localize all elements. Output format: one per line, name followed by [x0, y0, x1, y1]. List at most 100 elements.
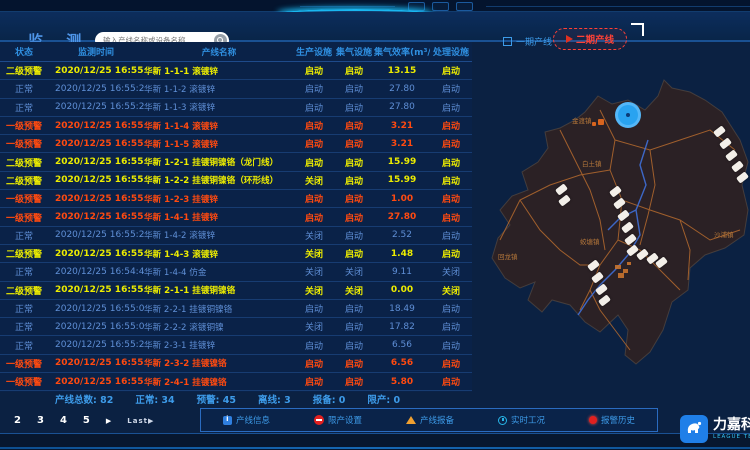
legend-item-alarm[interactable]: 报警历史: [589, 414, 635, 426]
table-row[interactable]: 一级预警2020/12/25 16:55:24华新 1-2-3 挂镀锌启动启动1…: [0, 190, 472, 208]
cell-eff: 3.21: [374, 121, 430, 131]
cell-eff: 17.82: [374, 322, 430, 332]
legend-label: 产线信息: [236, 414, 270, 426]
legend-item-info[interactable]: 产线信息: [223, 414, 270, 426]
cell-time: 2020/12/25 16:55:24: [48, 66, 144, 76]
cell-eff: 3.21: [374, 139, 430, 149]
phase1-label: 一期产线: [516, 35, 552, 48]
cell-prod: 启动: [294, 64, 334, 77]
summary-item: 预警: 45: [197, 392, 236, 408]
cell-line: 华新 1-1-2 滚镀锌: [144, 83, 294, 95]
table-row[interactable]: 二级预警2020/12/25 16:55:04华新 1-4-3 滚镀锌关闭启动1…: [0, 245, 472, 263]
cell-gas: 启动: [334, 156, 374, 169]
cell-eff: 2.52: [374, 230, 430, 240]
cell-gas: 启动: [334, 339, 374, 352]
cell-prod: 关闭: [294, 174, 334, 187]
table-row[interactable]: 一级预警2020/12/25 16:55:24华新 1-1-4 滚镀锌启动启动3…: [0, 117, 472, 135]
cell-time: 2020/12/25 16:55:24: [48, 121, 144, 131]
cell-eff: 1.00: [374, 194, 430, 204]
last-page-button[interactable]: Last▶: [127, 417, 154, 425]
cell-gas: 启动: [334, 82, 374, 95]
summary-item: 报备: 0: [313, 392, 346, 408]
cell-line: 华新 1-4-3 滚镀锌: [144, 248, 294, 260]
cell-eff: 18.49: [374, 304, 430, 314]
table-row[interactable]: 正常2020/12/25 16:55:04华新 2-2-1 挂镀铜镍铬启动启动1…: [0, 300, 472, 318]
cell-line: 华新 1-1-4 滚镀锌: [144, 120, 294, 132]
cell-treat: 启动: [430, 174, 472, 187]
page-button[interactable]: 2: [14, 415, 21, 426]
cell-status: 二级预警: [0, 156, 48, 169]
cell-prod: 启动: [294, 101, 334, 114]
legend-item-realtime[interactable]: 实时工况: [498, 414, 545, 426]
legend-label: 限产设置: [328, 414, 362, 426]
cell-time: 2020/12/25 16:55:04: [48, 249, 144, 259]
cell-treat: 启动: [430, 211, 472, 224]
cell-eff: 27.80: [374, 102, 430, 112]
top-deco-rect: [432, 2, 449, 11]
table-row[interactable]: 正常2020/12/25 16:55:24华新 2-3-1 挂镀锌启动启动6.5…: [0, 336, 472, 354]
phase2-button[interactable]: 二期产线: [553, 28, 627, 50]
top-deco-line: [486, 6, 750, 7]
table-row[interactable]: 正常2020/12/25 16:55:24华新 1-4-2 滚镀锌关闭启动2.5…: [0, 227, 472, 245]
table-row[interactable]: 二级预警2020/12/25 16:55:04华新 1-2-1 挂镀铜镍铬（龙门…: [0, 153, 472, 171]
site-marker-orange[interactable]: [592, 122, 596, 126]
phase1-checkbox[interactable]: 一期产线: [503, 35, 552, 48]
cell-treat: 启动: [430, 320, 472, 333]
table-row[interactable]: 正常2020/12/25 16:55:24华新 1-1-3 滚镀锌启动启动27.…: [0, 99, 472, 117]
table-row[interactable]: 二级预警2020/12/25 16:55:24华新 1-2-2 挂镀铜镍铬（环形…: [0, 172, 472, 190]
checkbox-icon[interactable]: [503, 37, 512, 46]
cell-gas: 启动: [334, 375, 374, 388]
logo-name: 力嘉科技: [713, 418, 750, 433]
table-row[interactable]: 正常2020/12/25 16:55:24华新 1-1-2 滚镀锌启动启动27.…: [0, 80, 472, 98]
cell-eff: 0.00: [374, 285, 430, 295]
cell-eff: 1.48: [374, 249, 430, 259]
cell-prod: 关闭: [294, 284, 334, 297]
table-row[interactable]: 正常2020/12/25 16:55:04华新 2-2-2 滚镀铜镍关闭启动17…: [0, 318, 472, 336]
map-base: [470, 55, 750, 400]
summary-item: 正常: 34: [135, 392, 174, 408]
logo-subtitle: LEAGUE TECH: [713, 434, 750, 440]
cell-line: 华新 2-1-1 挂镀铜镍铬: [144, 284, 294, 296]
table-row[interactable]: 二级预警2020/12/25 16:55:24华新 1-1-1 滚镀锌启动启动1…: [0, 62, 472, 80]
cell-status: 一级预警: [0, 119, 48, 132]
cell-treat: 启动: [430, 339, 472, 352]
cell-status: 正常: [0, 82, 48, 95]
cell-prod: 关闭: [294, 320, 334, 333]
legend-item-report[interactable]: 产线报备: [406, 414, 454, 426]
cell-status: 正常: [0, 339, 48, 352]
page-button[interactable]: 3: [37, 415, 44, 426]
column-header: 生产设施: [294, 45, 334, 58]
legend-item-limit[interactable]: 限产设置: [314, 414, 362, 426]
elephant-logo-icon: [680, 415, 708, 443]
cell-treat: 启动: [430, 64, 472, 77]
cell-line: 华新 1-2-1 挂镀铜镍铬（龙门线）: [144, 156, 294, 168]
table-row[interactable]: 一级预警2020/12/25 16:55:24华新 2-4-1 挂镀镍铬启动启动…: [0, 373, 472, 391]
site-marker-orange[interactable]: [598, 119, 604, 125]
page-button[interactable]: 5: [83, 415, 90, 426]
cell-gas: 关闭: [334, 284, 374, 297]
table-row[interactable]: 一级预警2020/12/25 16:55:24华新 1-4-1 挂镀锌启动启动2…: [0, 208, 472, 226]
cell-prod: 启动: [294, 302, 334, 315]
next-page-button[interactable]: ▶: [106, 417, 111, 425]
table-row[interactable]: 一级预警2020/12/25 16:55:24华新 2-3-2 挂镀镍铬启动启动…: [0, 355, 472, 373]
table-row[interactable]: 正常2020/12/25 16:54:44华新 1-4-4 仿金关闭关闭9.11…: [0, 263, 472, 281]
district-map[interactable]: 金渡镇白土镇蛟塘镇回龙镇沙浦镇: [470, 55, 750, 400]
cell-line: 华新 1-1-3 滚镀锌: [144, 101, 294, 113]
legend-label: 实时工况: [511, 414, 545, 426]
page-button[interactable]: 4: [60, 415, 67, 426]
cell-status: 正常: [0, 101, 48, 114]
cell-time: 2020/12/25 16:55:24: [48, 194, 144, 204]
column-header: 集气设施: [334, 45, 374, 58]
table-row[interactable]: 一级预警2020/12/25 16:55:24华新 1-1-5 滚镀锌启动启动3…: [0, 135, 472, 153]
cell-gas: 启动: [334, 211, 374, 224]
cell-gas: 启动: [334, 247, 374, 260]
report-icon: [406, 416, 416, 424]
cell-prod: 启动: [294, 137, 334, 150]
header-bar: 监 测 一期产线 二期产线: [0, 12, 750, 42]
cell-status: 二级预警: [0, 247, 48, 260]
cell-line: 华新 1-1-5 滚镀锌: [144, 138, 294, 150]
cell-status: 正常: [0, 229, 48, 242]
table-row[interactable]: 二级预警2020/12/25 16:55:24华新 2-1-1 挂镀铜镍铬关闭关…: [0, 282, 472, 300]
cell-eff: 15.99: [374, 175, 430, 185]
cluster-marker[interactable]: [615, 102, 641, 128]
